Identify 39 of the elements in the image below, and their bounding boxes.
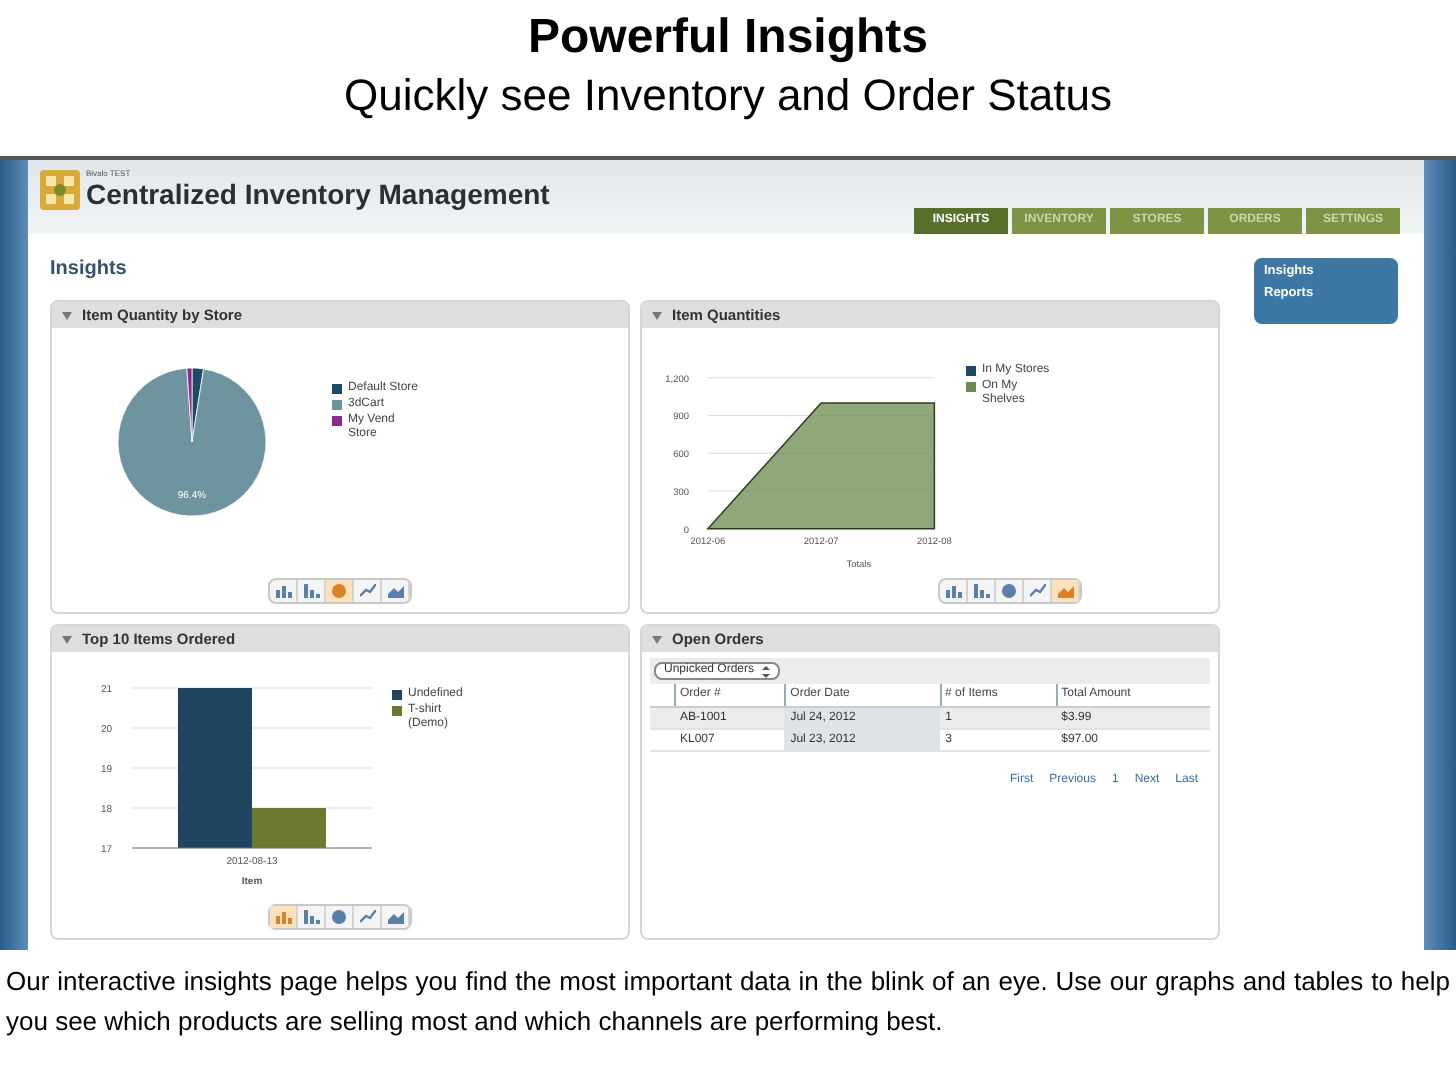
slide-subtitle: Quickly see Inventory and Order Status: [344, 68, 1112, 124]
bar-chart-icon: [275, 584, 291, 598]
page-heading: Insights: [50, 256, 127, 284]
pie-chart-icon: [1002, 584, 1016, 598]
bar-chart-icon: [945, 584, 961, 598]
line-chart-icon: [359, 584, 375, 598]
chart-type-button[interactable]: [326, 580, 354, 602]
chart-type-button[interactable]: [326, 906, 354, 928]
area-chart-icon: [1057, 584, 1073, 598]
slide-title: Powerful Insights: [527, 8, 928, 68]
chart-type-button[interactable]: [354, 906, 382, 928]
chart-type-button[interactable]: [382, 906, 410, 928]
bar-chart-icon: [303, 910, 319, 924]
bar-chart-icon: [973, 584, 989, 598]
chart-type-button[interactable]: [940, 580, 968, 602]
bar-chart-icon: [275, 910, 291, 924]
pie-chart-icon: [332, 910, 346, 924]
chart-type-button[interactable]: [382, 580, 410, 602]
line-chart-icon: [1029, 584, 1045, 598]
updown-caret-icon: [762, 665, 771, 677]
pie-chart-icon: [332, 584, 346, 598]
chart-type-button[interactable]: [1052, 580, 1080, 602]
collapse-icon[interactable]: [652, 635, 662, 643]
collapse-icon[interactable]: [62, 635, 72, 643]
chart-type-button[interactable]: [270, 580, 298, 602]
chart-type-button[interactable]: [996, 580, 1024, 602]
area-chart-icon: [387, 910, 403, 924]
collapse-icon[interactable]: [62, 311, 72, 319]
logo-icon: [40, 169, 80, 209]
chart-type-button[interactable]: [968, 580, 996, 602]
area-chart-icon: [387, 584, 403, 598]
app-title: Centralized Inventory Management: [86, 178, 550, 210]
chart-type-button[interactable]: [270, 906, 298, 928]
bar-chart-icon: [303, 584, 319, 598]
slide-caption: Our interactive insights page helps you find the most important data in the blink of an eye. Use our graphs and tables to help you see which products are selling most and which channels are performing best.: [4, 964, 1452, 1040]
chart-type-button[interactable]: [298, 906, 326, 928]
collapse-icon[interactable]: [652, 311, 662, 319]
chart-type-button[interactable]: [354, 580, 382, 602]
line-chart-icon: [359, 910, 375, 924]
